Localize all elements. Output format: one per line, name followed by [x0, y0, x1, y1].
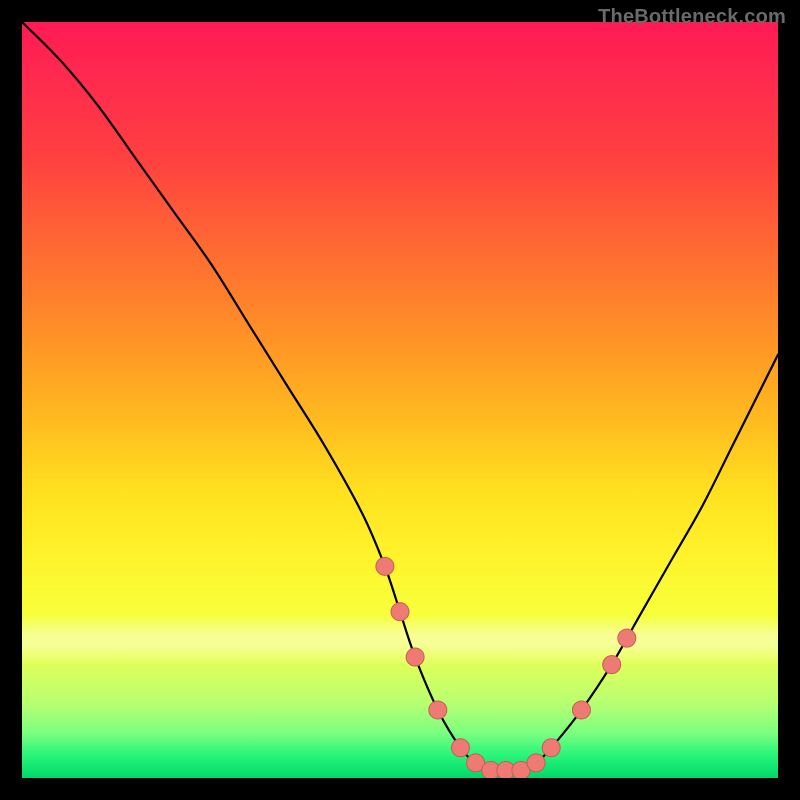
data-marker — [527, 754, 545, 772]
data-marker — [376, 557, 394, 575]
data-marker — [406, 648, 424, 666]
chart-frame: TheBottleneck.com — [0, 0, 800, 800]
data-marker — [429, 701, 447, 719]
data-marker — [542, 739, 560, 757]
data-marker — [391, 603, 409, 621]
watermark-text: TheBottleneck.com — [598, 6, 786, 29]
data-marker — [618, 629, 636, 647]
data-marker — [451, 739, 469, 757]
curve-layer — [22, 22, 778, 778]
data-marker — [603, 656, 621, 674]
plot-area — [22, 22, 778, 778]
bottleneck-curve — [22, 22, 778, 771]
marker-group — [376, 557, 636, 778]
data-marker — [572, 701, 590, 719]
